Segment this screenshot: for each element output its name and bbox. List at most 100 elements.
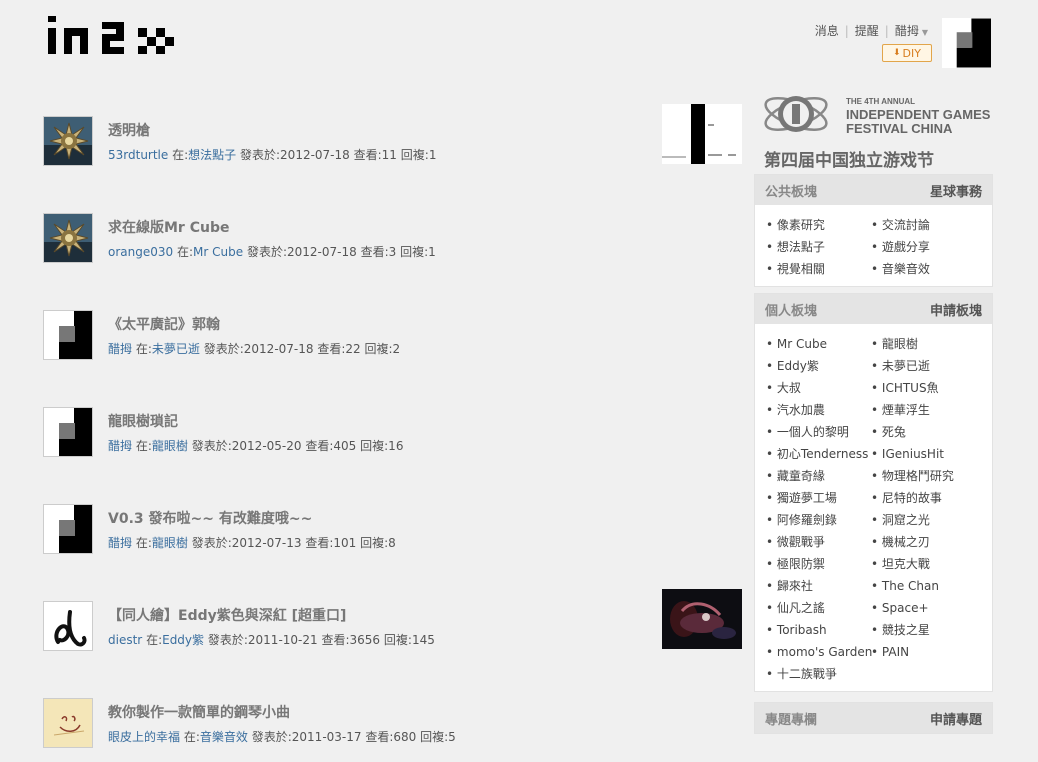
- board-link[interactable]: 獨遊夢工場: [766, 487, 871, 509]
- board-link[interactable]: 音樂音效: [200, 730, 248, 744]
- personal-boards-panel: 個人板塊 申請板塊 Mr Cube龍眼樹Eddy紫未夢已逝大叔ICHTUS魚汽水…: [754, 293, 993, 692]
- post-thumbnail[interactable]: [662, 104, 742, 164]
- apply-board-link[interactable]: 申請板塊: [930, 300, 982, 319]
- user-avatar[interactable]: [942, 18, 991, 68]
- reply-count: 回複:1: [400, 245, 436, 259]
- board-link[interactable]: 藏童奇緣: [766, 465, 871, 487]
- board-link[interactable]: 尼特的故事: [871, 487, 991, 509]
- board-link[interactable]: 競技之星: [871, 619, 991, 641]
- igf-banner[interactable]: THE 4TH ANNUAL INDEPENDENT GAMES FESTIVA…: [754, 84, 993, 174]
- author-link[interactable]: 醋拇: [108, 439, 132, 453]
- author-avatar[interactable]: [43, 698, 93, 748]
- download-arrow-icon: ⬇: [893, 48, 901, 58]
- board-prefix: 在:: [172, 148, 189, 162]
- board-link[interactable]: 大叔: [766, 377, 871, 399]
- personal-boards-header: 個人板塊 申請板塊: [755, 294, 992, 324]
- author-link[interactable]: 53rdturtle: [108, 148, 168, 162]
- board-link[interactable]: 音樂音效: [871, 258, 991, 280]
- board-link[interactable]: PAIN: [871, 641, 991, 663]
- post-thumbnail[interactable]: [662, 589, 742, 649]
- board-link[interactable]: 仙凡之謠: [766, 597, 871, 619]
- author-avatar[interactable]: [43, 213, 93, 263]
- board-link[interactable]: 極限防禦: [766, 553, 871, 575]
- post-title[interactable]: 教你製作一款簡單的鋼琴小曲: [108, 702, 290, 722]
- board-prefix: 在:: [135, 342, 152, 356]
- igf-logo-icon: THE 4TH ANNUAL INDEPENDENT GAMES FESTIVA…: [764, 96, 991, 171]
- board-link[interactable]: 阿修羅劍錄: [766, 509, 871, 531]
- board-link[interactable]: 想法點子: [188, 148, 236, 162]
- board-link[interactable]: Mr Cube: [193, 245, 243, 259]
- board-link[interactable]: 十二族戰爭: [766, 663, 871, 685]
- post-item: 《太平廣記》郭翰 醋拇 在:未夢已逝 發表於:2012-07-18 查看:22 …: [43, 310, 743, 407]
- board-link[interactable]: The Chan: [871, 575, 991, 597]
- post-item: 教你製作一款簡單的鋼琴小曲 眼皮上的幸福 在:音樂音效 發表於:2011-03-…: [43, 698, 743, 762]
- post-title[interactable]: 龍眼樹瑣記: [108, 411, 178, 431]
- board-link[interactable]: 未夢已逝: [871, 355, 991, 377]
- board-link[interactable]: 遊戲分享: [871, 236, 991, 258]
- board-link[interactable]: 初心Tenderness: [766, 443, 871, 465]
- reminders-link[interactable]: 提醒: [855, 22, 879, 39]
- banner-line1: THE 4TH ANNUAL: [846, 97, 915, 106]
- board-link[interactable]: 機械之刃: [871, 531, 991, 553]
- board-link[interactable]: ICHTUS魚: [871, 377, 991, 399]
- author-link[interactable]: orange030: [108, 245, 173, 259]
- post-meta: 醋拇 在:未夢已逝 發表於:2012-07-18 查看:22 回複:2: [108, 340, 400, 357]
- planet-affairs-link[interactable]: 星球事務: [930, 181, 982, 200]
- board-link[interactable]: 視覺相關: [766, 258, 871, 280]
- board-prefix: 在:: [135, 439, 152, 453]
- board-link[interactable]: 龍眼樹: [152, 439, 188, 453]
- board-link[interactable]: 死兔: [871, 421, 991, 443]
- board-link[interactable]: 未夢已逝: [152, 342, 200, 356]
- apply-column-link[interactable]: 申請專題: [930, 709, 982, 728]
- board-link[interactable]: 龍眼樹: [871, 333, 991, 355]
- public-boards-header: 公共板塊 星球事務: [755, 175, 992, 205]
- board-link[interactable]: 龍眼樹: [152, 536, 188, 550]
- author-link[interactable]: diestr: [108, 633, 142, 647]
- board-link[interactable]: Toribash: [766, 619, 871, 641]
- board-link[interactable]: 微觀戰爭: [766, 531, 871, 553]
- board-link[interactable]: 歸來社: [766, 575, 871, 597]
- board-link[interactable]: Mr Cube: [766, 333, 871, 355]
- post-title[interactable]: 求在線版Mr Cube: [108, 217, 229, 237]
- view-count: 查看:3656: [321, 633, 381, 647]
- board-link[interactable]: 一個人的黎明: [766, 421, 871, 443]
- reply-count: 回複:16: [360, 439, 404, 453]
- board-link[interactable]: momo's Garden: [766, 641, 872, 663]
- author-avatar[interactable]: [43, 504, 93, 554]
- post-meta: 醋拇 在:龍眼樹 發表於:2012-07-13 查看:101 回複:8: [108, 534, 396, 551]
- board-link[interactable]: 交流討論: [871, 214, 991, 236]
- board-prefix: 在:: [183, 730, 200, 744]
- columns-panel: 專題專欄 申請專題: [754, 702, 993, 734]
- board-link[interactable]: 想法點子: [766, 236, 871, 258]
- author-avatar[interactable]: [43, 601, 93, 651]
- author-link[interactable]: 眼皮上的幸福: [108, 730, 180, 744]
- board-link[interactable]: Space+: [871, 597, 991, 619]
- username: 醋拇: [894, 24, 919, 38]
- messages-link[interactable]: 消息: [815, 22, 839, 39]
- post-title[interactable]: 【同人繪】Eddy紫色與深紅 [超重口]: [108, 605, 346, 625]
- board-link[interactable]: 煙華浮生: [871, 399, 991, 421]
- post-title[interactable]: 透明槍: [108, 120, 150, 140]
- post-meta: diestr 在:Eddy紫 發表於:2011-10-21 查看:3656 回複…: [108, 631, 435, 648]
- author-avatar[interactable]: [43, 310, 93, 360]
- board-link[interactable]: IGeniusHit: [871, 443, 991, 465]
- diy-button[interactable]: ⬇ DIY: [882, 44, 932, 62]
- author-avatar[interactable]: [43, 407, 93, 457]
- nav-divider: |: [844, 23, 849, 38]
- site-logo[interactable]: [46, 16, 180, 56]
- author-avatar[interactable]: [43, 116, 93, 166]
- board-link[interactable]: 物理格鬥研究: [871, 465, 991, 487]
- reply-count: 回複:1: [400, 148, 437, 162]
- author-link[interactable]: 醋拇: [108, 342, 132, 356]
- post-title[interactable]: V0.3 發布啦~~ 有改難度哦~~: [108, 508, 312, 528]
- post-item: 透明槍 53rdturtle 在:想法點子 發表於:2012-07-18 查看:…: [43, 104, 743, 213]
- board-link[interactable]: 坦克大戰: [871, 553, 991, 575]
- post-title[interactable]: 《太平廣記》郭翰: [108, 314, 220, 334]
- board-link[interactable]: 汽水加農: [766, 399, 871, 421]
- board-link[interactable]: 像素研究: [766, 214, 871, 236]
- author-link[interactable]: 醋拇: [108, 536, 132, 550]
- board-link[interactable]: Eddy紫: [162, 633, 204, 647]
- board-link[interactable]: 洞窟之光: [871, 509, 991, 531]
- user-menu[interactable]: 醋拇 ▼: [895, 22, 928, 39]
- board-link[interactable]: Eddy紫: [766, 355, 871, 377]
